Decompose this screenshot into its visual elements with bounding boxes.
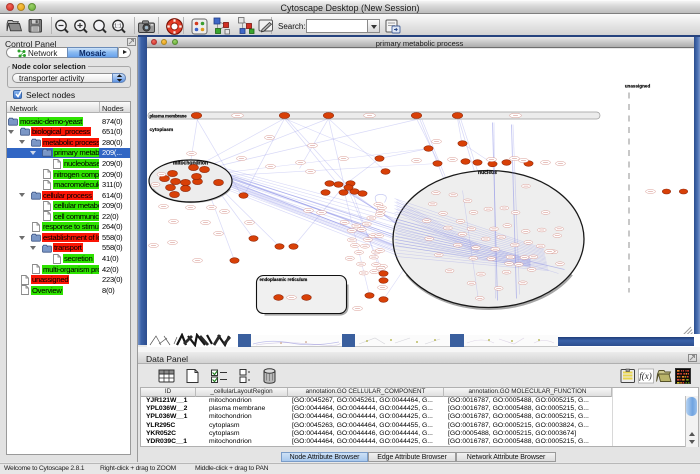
svg-text:endoplasmic reticulum: endoplasmic reticulum <box>259 277 307 282</box>
svg-text:f(x): f(x) <box>639 371 652 381</box>
svg-text:cytoplasm: cytoplasm <box>149 127 173 133</box>
svg-text:1:1: 1:1 <box>114 24 122 30</box>
svg-text:unassigned: unassigned <box>624 83 650 88</box>
svg-text:plasma membrane: plasma membrane <box>149 113 187 118</box>
